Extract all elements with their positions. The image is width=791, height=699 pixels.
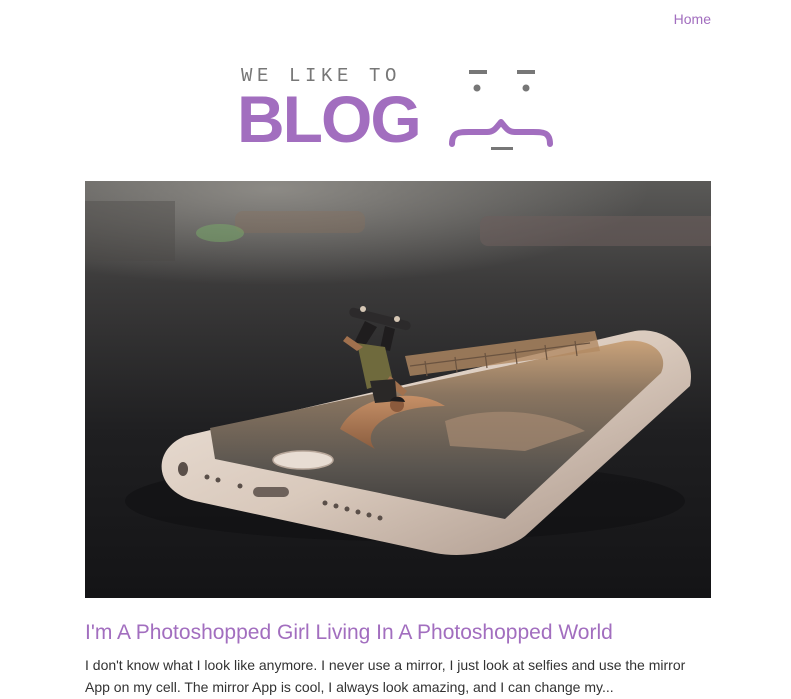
nav-home-link[interactable]: Home [674, 10, 711, 28]
kaomoji-face-icon [449, 70, 553, 150]
logo-wordmark: BLOG [237, 82, 422, 156]
post-title-link[interactable]: I'm A Photoshopped Girl Living In A Phot… [85, 620, 725, 646]
site-logo[interactable]: WE LIKE TO BLOG [235, 62, 560, 157]
post-excerpt: I don't know what I look like anymore. I… [85, 657, 686, 695]
skateboarder-on-phone-photo [85, 181, 711, 598]
post-hero-image[interactable] [85, 181, 711, 598]
blog-page: Home WE LIKE TO BLOG I'm A Photoshopped … [0, 0, 791, 699]
